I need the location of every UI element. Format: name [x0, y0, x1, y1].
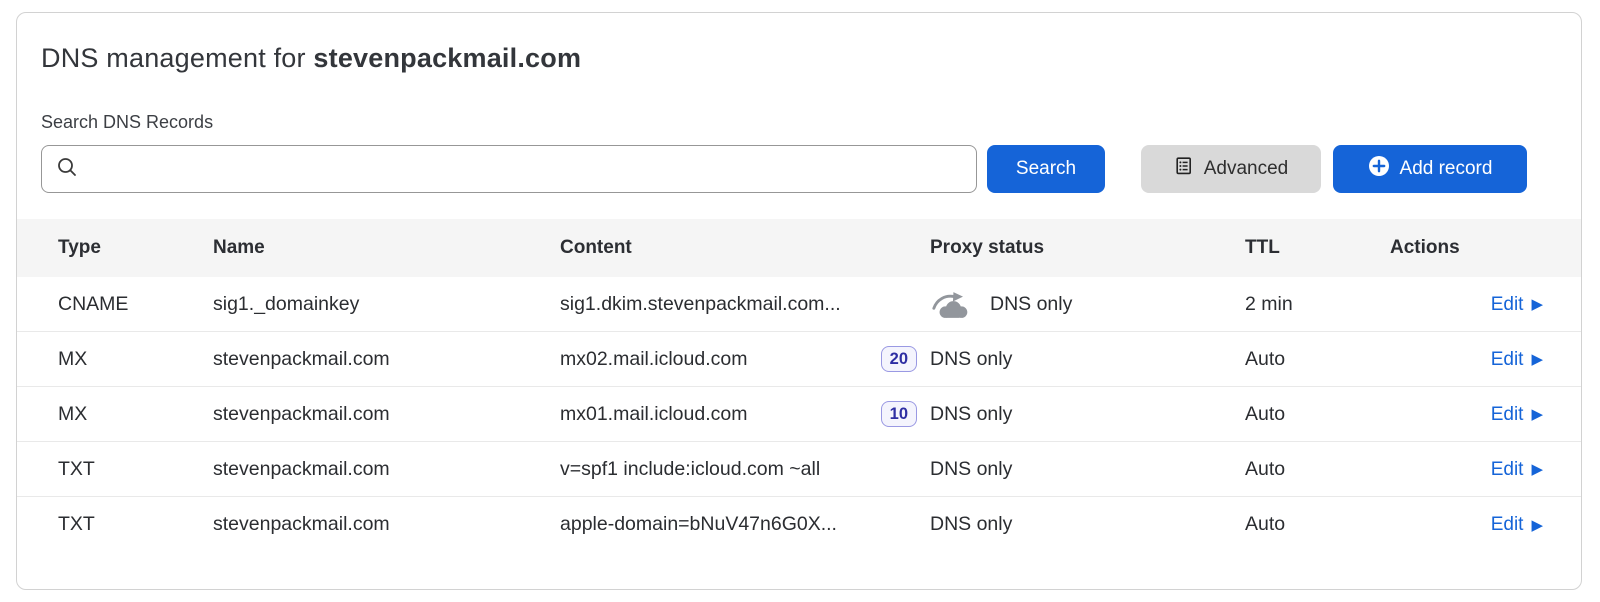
- column-header-ttl: TTL: [1245, 237, 1390, 259]
- domain-name: stevenpackmail.com: [313, 43, 581, 73]
- ttl-cell: 2 min: [1245, 293, 1390, 316]
- add-record-button-label: Add record: [1400, 158, 1493, 180]
- proxy-status-text: DNS only: [990, 293, 1072, 316]
- search-label: Search DNS Records: [41, 112, 1557, 133]
- edit-label: Edit: [1491, 294, 1524, 316]
- table-header-row: Type Name Content Proxy status TTL Actio…: [17, 219, 1581, 277]
- record-name-cell: stevenpackmail.com: [213, 403, 560, 426]
- edit-label: Edit: [1491, 459, 1524, 481]
- record-name-cell: stevenpackmail.com: [213, 458, 560, 481]
- column-header-proxy-status: Proxy status: [930, 237, 1245, 259]
- column-header-name: Name: [213, 237, 560, 259]
- record-name-cell: stevenpackmail.com: [213, 513, 560, 536]
- edit-label: Edit: [1491, 404, 1524, 426]
- advanced-button[interactable]: Advanced: [1141, 145, 1321, 193]
- edit-record-button[interactable]: Edit ▶: [1491, 404, 1543, 426]
- edit-label: Edit: [1491, 514, 1524, 536]
- record-name-cell: sig1._domainkey: [213, 293, 560, 316]
- record-content-text: mx02.mail.icloud.com: [560, 348, 747, 371]
- search-input[interactable]: [88, 157, 962, 181]
- proxy-status-text: DNS only: [930, 513, 1012, 536]
- actions-cell: Edit ▶: [1390, 458, 1543, 481]
- proxy-status-cell: DNS only: [930, 289, 1245, 320]
- edit-arrow-icon: ▶: [1531, 352, 1543, 367]
- dns-only-cloud-icon: [930, 289, 974, 320]
- mx-priority-badge: 20: [881, 346, 917, 372]
- record-content-cell: mx01.mail.icloud.com 10: [560, 401, 930, 427]
- record-type-cell: CNAME: [58, 293, 213, 316]
- table-row: CNAME sig1._domainkey sig1.dkim.stevenpa…: [17, 277, 1581, 332]
- ttl-cell: Auto: [1245, 513, 1390, 536]
- page-title-prefix: DNS management for: [41, 43, 313, 73]
- edit-arrow-icon: ▶: [1531, 407, 1543, 422]
- search-box[interactable]: [41, 145, 977, 193]
- record-content-cell: mx02.mail.icloud.com 20: [560, 346, 930, 372]
- record-content-cell: sig1.dkim.stevenpackmail.com...: [560, 293, 930, 316]
- record-content-text: sig1.dkim.stevenpackmail.com...: [560, 293, 841, 316]
- record-content-cell: v=spf1 include:icloud.com ~all: [560, 458, 930, 481]
- dns-management-panel: DNS management for stevenpackmail.com Se…: [16, 12, 1582, 590]
- ttl-cell: Auto: [1245, 348, 1390, 371]
- search-icon: [56, 156, 78, 183]
- proxy-status-text: DNS only: [930, 403, 1012, 426]
- table-row: MX stevenpackmail.com mx01.mail.icloud.c…: [17, 387, 1581, 442]
- edit-record-button[interactable]: Edit ▶: [1491, 459, 1543, 481]
- actions-cell: Edit ▶: [1390, 513, 1543, 536]
- table-row: TXT stevenpackmail.com apple-domain=bNuV…: [17, 497, 1581, 552]
- proxy-status-cell: DNS only: [930, 458, 1245, 481]
- advanced-list-icon: [1174, 156, 1194, 182]
- record-content-text: v=spf1 include:icloud.com ~all: [560, 458, 820, 481]
- edit-record-button[interactable]: Edit ▶: [1491, 514, 1543, 536]
- edit-arrow-icon: ▶: [1531, 518, 1543, 533]
- record-type-cell: TXT: [58, 458, 213, 481]
- actions-cell: Edit ▶: [1390, 403, 1543, 426]
- record-name-cell: stevenpackmail.com: [213, 348, 560, 371]
- record-content-text: mx01.mail.icloud.com: [560, 403, 747, 426]
- edit-record-button[interactable]: Edit ▶: [1491, 294, 1543, 316]
- plus-circle-icon: [1368, 155, 1390, 183]
- edit-record-button[interactable]: Edit ▶: [1491, 349, 1543, 371]
- edit-arrow-icon: ▶: [1531, 462, 1543, 477]
- proxy-status-cell: DNS only: [930, 403, 1245, 426]
- record-type-cell: MX: [58, 403, 213, 426]
- proxy-status-text: DNS only: [930, 348, 1012, 371]
- column-header-type: Type: [58, 237, 213, 259]
- edit-arrow-icon: ▶: [1531, 297, 1543, 312]
- ttl-cell: Auto: [1245, 458, 1390, 481]
- record-type-cell: TXT: [58, 513, 213, 536]
- column-header-actions: Actions: [1390, 237, 1543, 259]
- search-button[interactable]: Search: [987, 145, 1105, 193]
- add-record-button[interactable]: Add record: [1333, 145, 1527, 193]
- table-row: TXT stevenpackmail.com v=spf1 include:ic…: [17, 442, 1581, 497]
- proxy-status-text: DNS only: [930, 458, 1012, 481]
- edit-label: Edit: [1491, 349, 1524, 371]
- record-type-cell: MX: [58, 348, 213, 371]
- search-controls-row: Search Advanced: [41, 145, 1557, 193]
- mx-priority-badge: 10: [881, 401, 917, 427]
- record-content-cell: apple-domain=bNuV47n6G0X...: [560, 513, 930, 536]
- actions-cell: Edit ▶: [1390, 348, 1543, 371]
- ttl-cell: Auto: [1245, 403, 1390, 426]
- page-title: DNS management for stevenpackmail.com: [41, 43, 1557, 74]
- record-content-text: apple-domain=bNuV47n6G0X...: [560, 513, 837, 536]
- table-row: MX stevenpackmail.com mx02.mail.icloud.c…: [17, 332, 1581, 387]
- dns-records-table: Type Name Content Proxy status TTL Actio…: [17, 219, 1581, 552]
- advanced-button-label: Advanced: [1204, 158, 1289, 180]
- actions-cell: Edit ▶: [1390, 293, 1543, 316]
- proxy-status-cell: DNS only: [930, 513, 1245, 536]
- column-header-content: Content: [560, 237, 930, 259]
- dns-table-body: CNAME sig1._domainkey sig1.dkim.stevenpa…: [17, 277, 1581, 552]
- proxy-status-cell: DNS only: [930, 348, 1245, 371]
